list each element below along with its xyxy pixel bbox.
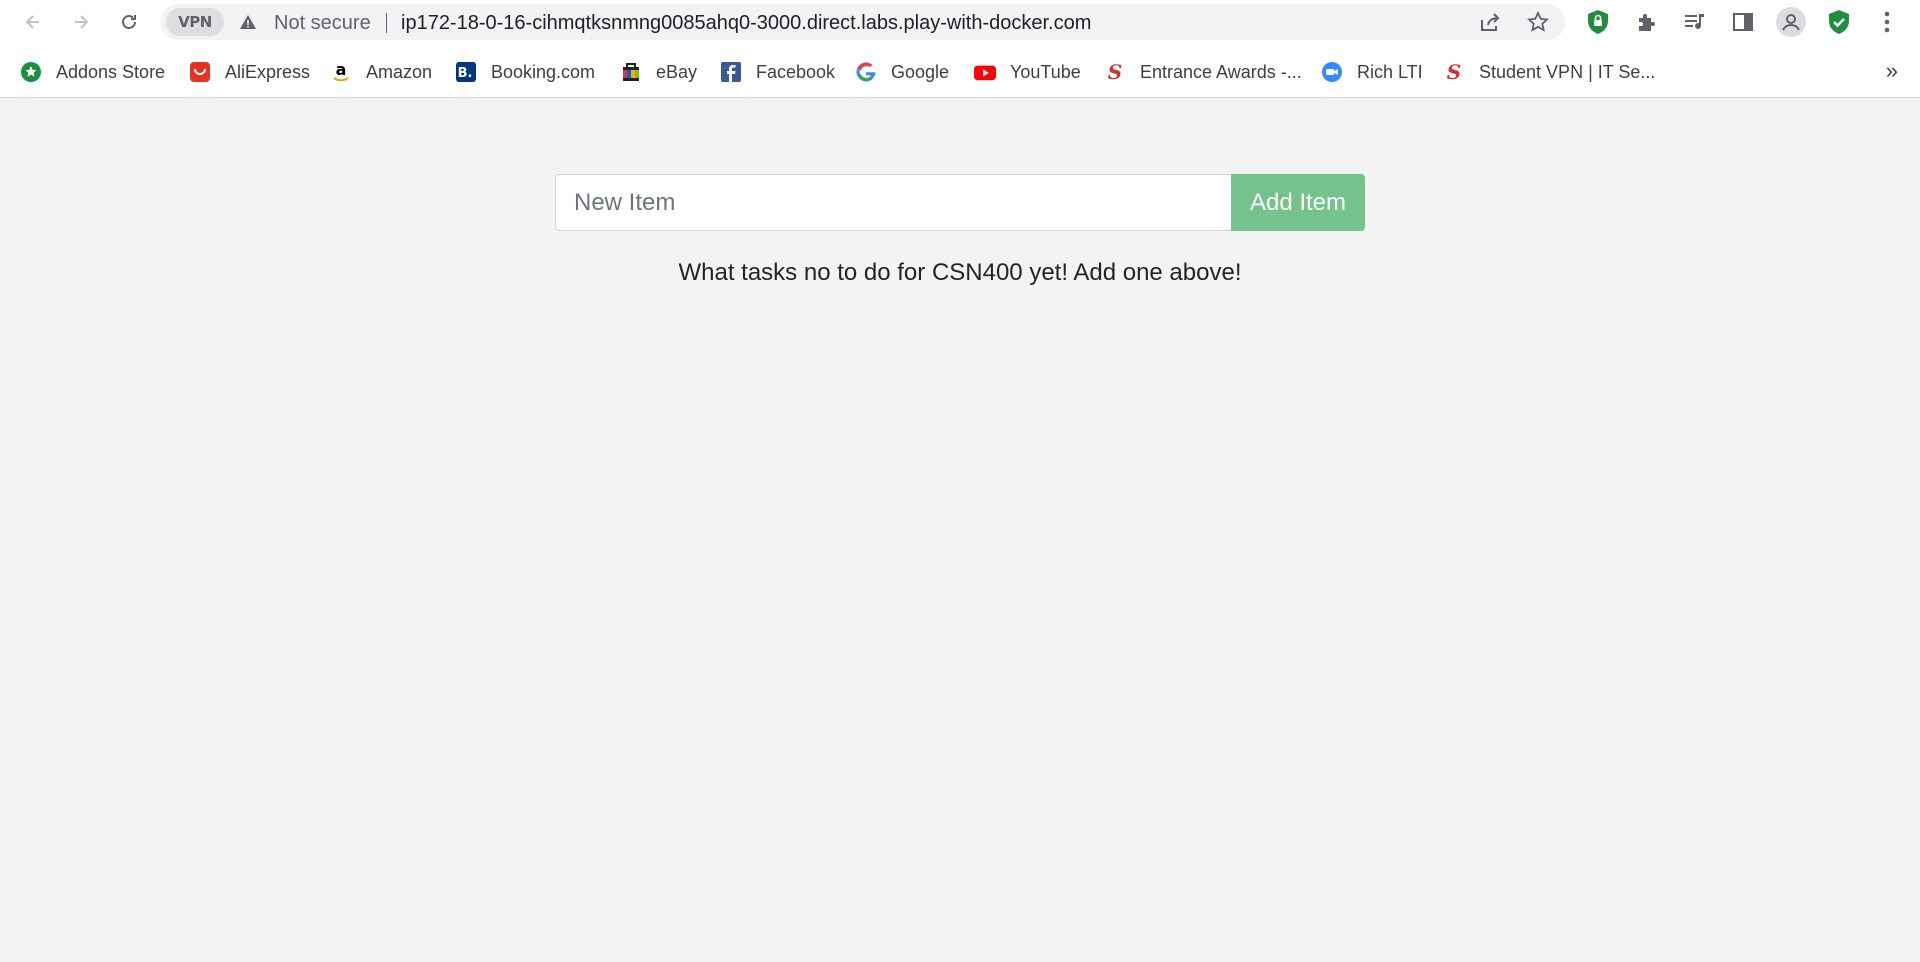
- more-bookmarks-button[interactable]: »: [1886, 58, 1898, 84]
- svg-text:B.: B.: [458, 66, 473, 81]
- bookmark-google[interactable]: Google: [855, 58, 949, 86]
- browser-toolbar: VPN Not secure ip172-18-0-16-cihmqtksnmn…: [0, 0, 1920, 44]
- bookmark-label: YouTube: [1010, 61, 1081, 82]
- svg-text:a: a: [336, 61, 347, 79]
- bookmark-label: Amazon: [366, 61, 433, 82]
- bookmark-label: Facebook: [756, 61, 836, 82]
- bookmark-facebook[interactable]: Facebook: [720, 58, 835, 86]
- vpn-badge[interactable]: VPN: [166, 8, 224, 36]
- addons-store-icon: [20, 61, 42, 83]
- add-item-button[interactable]: Add Item: [1231, 174, 1365, 231]
- bookmark-label: Addons Store: [56, 61, 166, 82]
- side-panel-button[interactable]: [1729, 8, 1757, 36]
- bookmark-rich-lti[interactable]: Rich LTI: [1321, 58, 1423, 86]
- bookmark-label: Student VPN | IT Se...: [1479, 61, 1656, 82]
- side-panel-icon: [1733, 13, 1753, 31]
- bookmarks-bar: Addons Store AliExpress a Amazon B. Book…: [0, 44, 1920, 98]
- star-icon: [1527, 11, 1549, 32]
- bookmark-aliexpress[interactable]: AliExpress: [189, 58, 310, 86]
- extension-shield-lock-button[interactable]: [1584, 8, 1612, 36]
- avatar-icon: [1782, 14, 1800, 31]
- vpn-label: VPN: [178, 13, 212, 31]
- share-button[interactable]: [1478, 10, 1502, 34]
- profile-button[interactable]: [1776, 7, 1806, 37]
- svg-text:S: S: [1108, 61, 1122, 83]
- arrow-left-icon: [25, 15, 39, 29]
- zoom-icon: [1321, 61, 1343, 83]
- booking-icon: B.: [455, 61, 477, 83]
- reload-button[interactable]: [113, 6, 145, 38]
- arrow-right-icon: [75, 15, 89, 29]
- bookmark-booking[interactable]: B. Booking.com: [455, 58, 595, 86]
- bookmark-entrance-awards[interactable]: S Entrance Awards -...: [1104, 58, 1302, 86]
- bookmark-label: Booking.com: [491, 61, 596, 82]
- bookmark-student-vpn[interactable]: S Student VPN | IT Se...: [1443, 58, 1656, 86]
- entrance-awards-icon: S: [1104, 61, 1126, 83]
- bookmark-label: Entrance Awards -...: [1140, 61, 1302, 82]
- security-extension-button[interactable]: [1825, 8, 1853, 36]
- security-status[interactable]: Not secure: [274, 13, 371, 33]
- ebay-icon: [620, 61, 642, 83]
- shield-check-icon: [1829, 10, 1849, 34]
- bookmark-label: AliExpress: [225, 61, 311, 82]
- bookmark-youtube[interactable]: YouTube: [974, 58, 1081, 86]
- puzzle-icon: [1639, 14, 1655, 31]
- bookmark-amazon[interactable]: a Amazon: [330, 58, 432, 86]
- warning-icon: [240, 15, 256, 29]
- youtube-icon: [974, 61, 996, 83]
- student-vpn-icon: S: [1443, 61, 1465, 83]
- svg-text:S: S: [1447, 61, 1461, 83]
- facebook-icon: [720, 61, 742, 83]
- forward-button[interactable]: [65, 6, 97, 38]
- url-text[interactable]: ip172-18-0-16-cihmqtksnmng0085ahq0-3000.…: [401, 13, 1091, 33]
- empty-list-message: What tasks no to do for CSN400 yet! Add …: [678, 259, 1242, 286]
- bookmark-ebay[interactable]: eBay: [620, 58, 697, 86]
- shield-lock-icon: [1588, 10, 1608, 34]
- amazon-icon: a: [330, 61, 352, 83]
- kebab-menu-icon: [1884, 11, 1890, 33]
- share-icon: [1481, 13, 1500, 31]
- aliexpress-icon: [189, 61, 211, 83]
- extensions-button[interactable]: [1633, 8, 1661, 36]
- bookmark-label: eBay: [656, 61, 698, 82]
- address-bar[interactable]: VPN Not secure ip172-18-0-16-cihmqtksnmn…: [160, 4, 1565, 40]
- reload-icon: [122, 14, 136, 29]
- browser-menu-button[interactable]: [1873, 8, 1901, 36]
- bookmark-star-button[interactable]: [1526, 10, 1550, 34]
- playlist-music-icon: [1685, 14, 1704, 29]
- bookmark-addons-store[interactable]: Addons Store: [20, 58, 165, 86]
- new-item-form: Add Item: [555, 174, 1365, 231]
- back-button[interactable]: [17, 6, 49, 38]
- omnibox-divider: [386, 13, 387, 33]
- bookmark-label: Google: [891, 61, 950, 82]
- new-item-input[interactable]: [555, 174, 1231, 231]
- bookmark-label: Rich LTI: [1357, 61, 1423, 82]
- google-icon: [855, 61, 877, 83]
- media-controls-button[interactable]: [1681, 8, 1709, 36]
